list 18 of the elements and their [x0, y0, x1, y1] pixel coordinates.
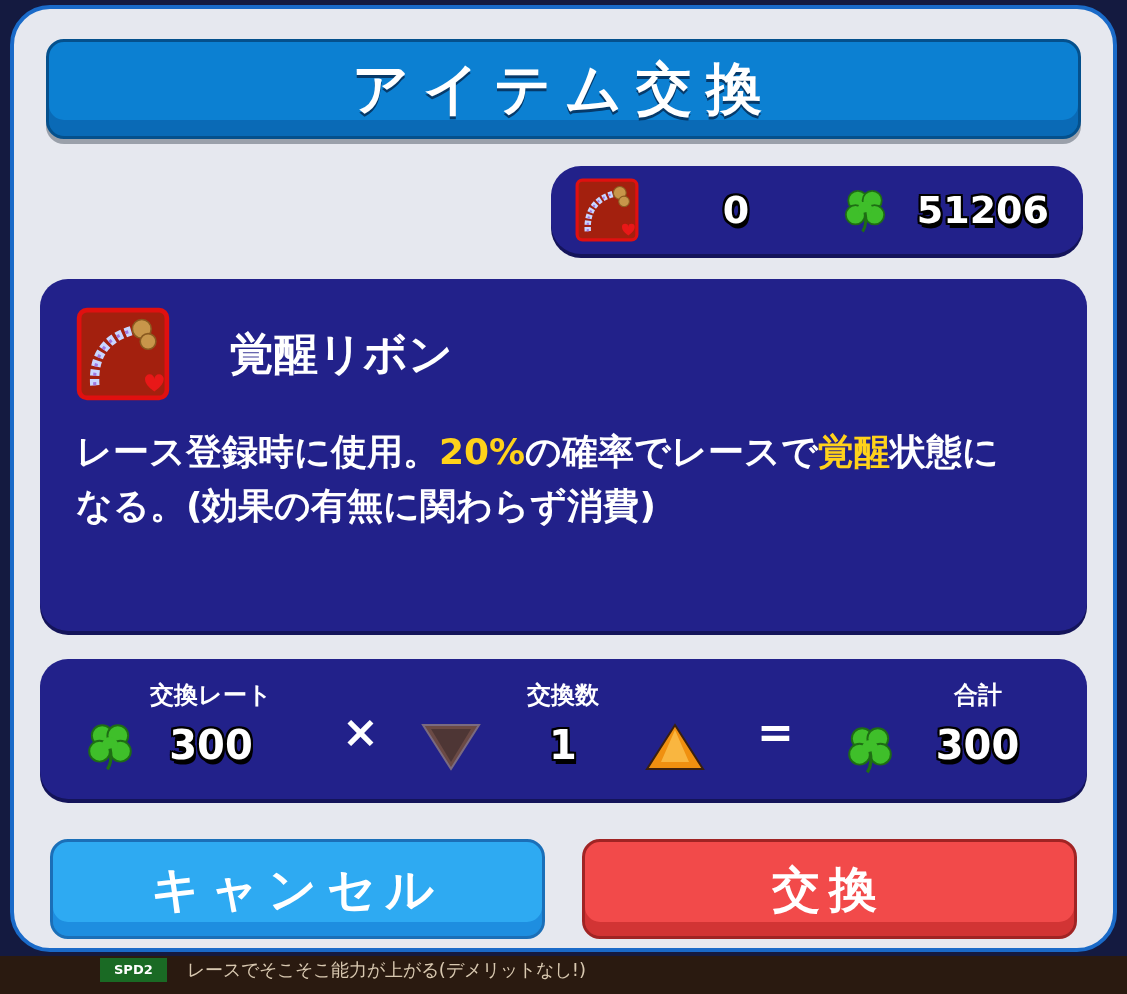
- ribbon-icon: [575, 178, 639, 242]
- item-count: 0: [721, 186, 751, 234]
- skill-description: レースでそこそこ能力が上がる(デメリットなし!): [186, 958, 586, 982]
- total-value: 300: [935, 721, 1020, 770]
- total-label: 合計: [953, 680, 1002, 711]
- rate-label: 交換レート: [150, 680, 272, 711]
- clover-count: 51206: [916, 186, 1049, 234]
- ribbon-icon: [76, 307, 170, 401]
- count-label: 交換数: [526, 680, 599, 711]
- count-value: 1: [548, 721, 577, 770]
- cancel-button[interactable]: キャンセル: [50, 839, 545, 939]
- item-description: レース登録時に使用。20%の確率でレースで覚醒状態になる。(効果の有無に関わらず消費): [76, 430, 1001, 528]
- equals-sign: =: [756, 705, 794, 759]
- item-name: 覚醒リボン: [230, 327, 453, 381]
- multiply-sign: ×: [342, 705, 379, 759]
- rate-value: 300: [169, 721, 253, 770]
- stat-badge: SPD2: [100, 958, 167, 982]
- exchange-button[interactable]: 交換: [582, 839, 1077, 939]
